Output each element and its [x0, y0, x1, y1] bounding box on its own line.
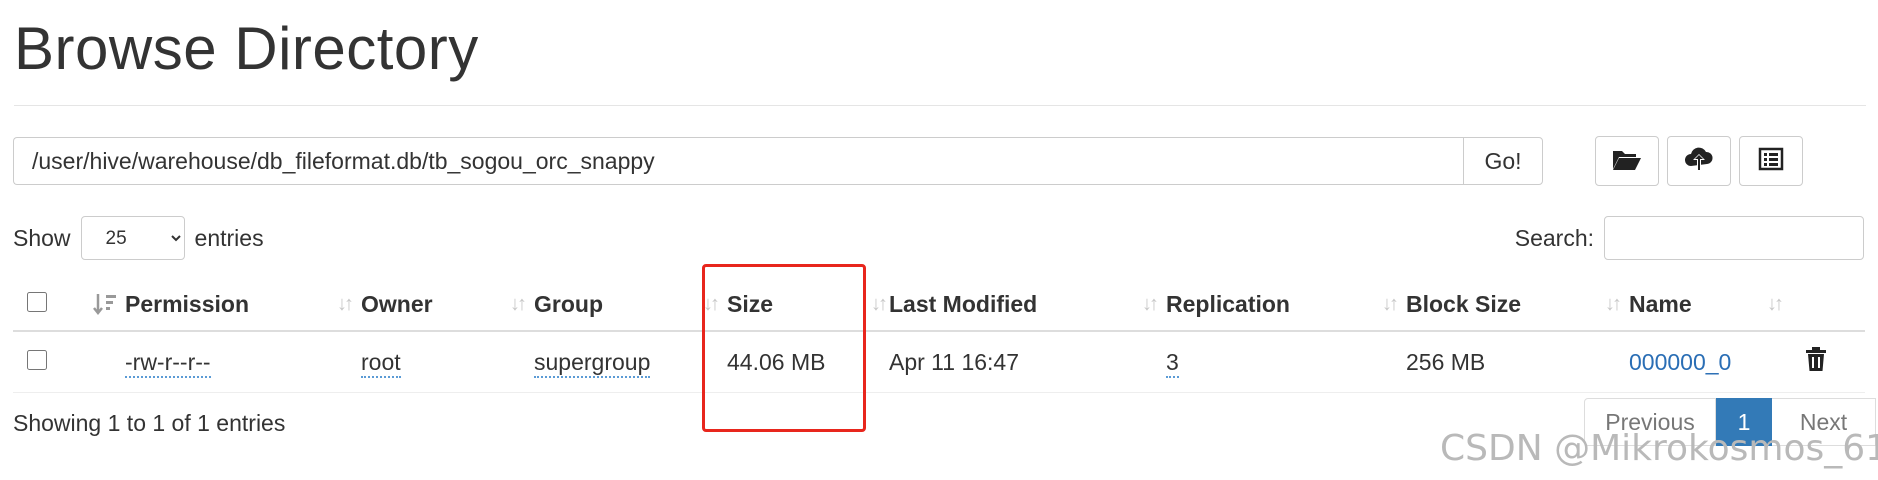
- sort-both-icon: ↓↑: [1142, 293, 1159, 315]
- block-size-value: 256 MB: [1406, 348, 1486, 375]
- column-block-size[interactable]: Block Size ↓↑: [1406, 278, 1629, 332]
- file-table: Permission ↓↑ Owner ↓↑ Group ↓↑ Size ↓↑ …: [13, 278, 1865, 393]
- search-label: Search:: [1514, 224, 1594, 251]
- folder-open-icon: [1612, 147, 1642, 176]
- select-all-header: [13, 278, 53, 332]
- column-label: Block Size: [1406, 290, 1522, 317]
- column-label: Owner: [361, 290, 433, 317]
- last-modified-value: Apr 11 16:47: [889, 348, 1020, 375]
- select-all-checkbox[interactable]: [27, 291, 47, 312]
- replication-cell: 3: [1166, 331, 1406, 393]
- column-name[interactable]: Name ↓↑: [1629, 278, 1791, 332]
- sort-header[interactable]: [53, 278, 125, 332]
- show-label: Show: [13, 224, 71, 251]
- sort-alpha-icon: [93, 292, 119, 322]
- go-button[interactable]: Go!: [1463, 137, 1543, 185]
- column-label: Last Modified: [889, 290, 1038, 317]
- column-actions: [1791, 278, 1865, 332]
- row-select-cell: [13, 331, 53, 393]
- table-info: Showing 1 to 1 of 1 entries: [13, 410, 286, 436]
- search-control: Search:: [1515, 216, 1864, 260]
- entries-label: entries: [194, 224, 264, 251]
- last-modified-cell: Apr 11 16:47: [889, 331, 1166, 393]
- trash-icon[interactable]: [1805, 347, 1827, 377]
- owner-value[interactable]: root: [361, 348, 401, 378]
- search-input[interactable]: [1604, 216, 1864, 260]
- sort-both-icon: ↓↑: [1605, 293, 1622, 315]
- watermark: CSDN @Mikrokosmos_613: [1440, 428, 1878, 469]
- group-value[interactable]: supergroup: [534, 348, 651, 378]
- create-directory-button[interactable]: [1595, 136, 1659, 186]
- list-alt-icon: [1758, 147, 1784, 176]
- row-spacer-cell: [53, 331, 125, 393]
- file-name-link[interactable]: 000000_0: [1629, 349, 1731, 375]
- column-last-modified[interactable]: Last Modified ↓↑: [889, 278, 1166, 332]
- title-divider: [14, 105, 1866, 106]
- permission-cell: -rw-r--r--: [125, 331, 361, 393]
- column-permission[interactable]: Permission ↓↑: [125, 278, 361, 332]
- permission-value[interactable]: -rw-r--r--: [125, 348, 211, 378]
- page-size-select[interactable]: 25: [80, 216, 185, 260]
- column-replication[interactable]: Replication ↓↑: [1166, 278, 1406, 332]
- column-label: Replication: [1166, 290, 1290, 317]
- row-checkbox[interactable]: [27, 349, 47, 370]
- replication-value[interactable]: 3: [1166, 348, 1179, 378]
- page-title: Browse Directory: [14, 15, 479, 82]
- cloud-upload-icon: [1684, 146, 1714, 177]
- sort-both-icon: ↓↑: [1767, 293, 1784, 315]
- entries-length-control: Show 25 entries: [13, 216, 264, 260]
- name-cell: 000000_0: [1629, 331, 1791, 393]
- sort-both-icon: ↓↑: [871, 293, 888, 315]
- sort-both-icon: ↓↑: [510, 293, 527, 315]
- size-highlight-annotation: [702, 264, 866, 432]
- table-row: -rw-r--r-- root supergroup 44.06 MB Apr …: [13, 331, 1865, 393]
- upload-button[interactable]: [1667, 136, 1731, 186]
- owner-cell: root: [361, 331, 534, 393]
- column-owner[interactable]: Owner ↓↑: [361, 278, 534, 332]
- block-size-cell: 256 MB: [1406, 331, 1629, 393]
- sort-both-icon: ↓↑: [337, 293, 354, 315]
- column-label: Permission: [125, 290, 249, 317]
- sort-both-icon: ↓↑: [1382, 293, 1399, 315]
- directory-path-input[interactable]: [13, 137, 1463, 185]
- group-cell: supergroup: [534, 331, 727, 393]
- column-label: Name: [1629, 290, 1692, 317]
- cut-paste-button[interactable]: [1739, 136, 1803, 186]
- column-group[interactable]: Group ↓↑: [534, 278, 727, 332]
- table-header-row: Permission ↓↑ Owner ↓↑ Group ↓↑ Size ↓↑ …: [13, 278, 1865, 332]
- actions-cell: [1791, 331, 1865, 393]
- column-label: Group: [534, 290, 603, 317]
- path-bar: Go!: [13, 137, 1543, 185]
